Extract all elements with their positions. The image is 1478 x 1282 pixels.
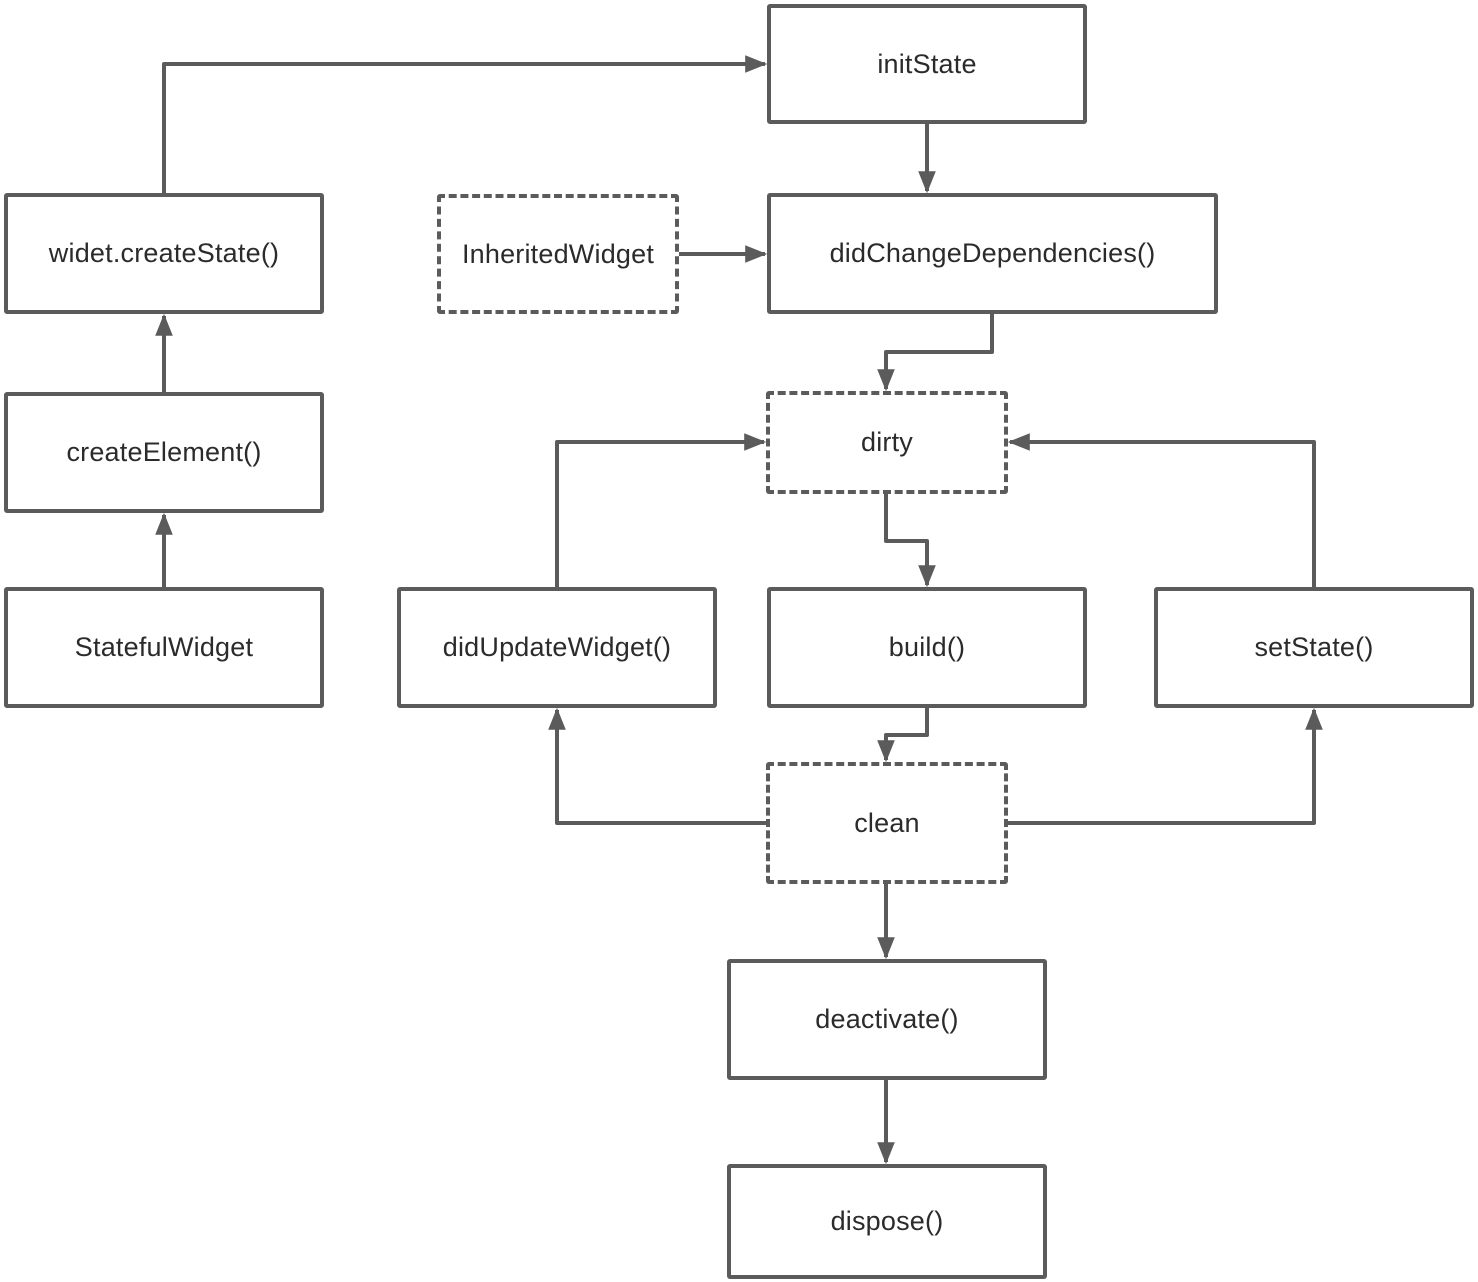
node-inherited-widget: InheritedWidget bbox=[437, 194, 679, 314]
edge-setState-to-dirty bbox=[1007, 433, 1316, 587]
lifecycle-diagram: initState widet.createState() InheritedW… bbox=[0, 0, 1478, 1282]
node-label: StatefulWidget bbox=[74, 632, 254, 662]
edge-clean-to-setState bbox=[1008, 707, 1323, 825]
node-stateful-widget: StatefulWidget bbox=[4, 587, 324, 708]
node-label: initState bbox=[877, 48, 977, 79]
node-create-element: createElement() bbox=[4, 392, 324, 513]
node-label: InheritedWidget bbox=[461, 238, 655, 269]
edge-createState-to-initState bbox=[162, 55, 768, 193]
node-set-state: setState() bbox=[1154, 587, 1474, 708]
node-label: widet.createState() bbox=[48, 238, 280, 268]
node-clean: clean bbox=[766, 762, 1008, 884]
node-label: createElement() bbox=[66, 437, 262, 467]
node-did-update-widget: didUpdateWidget() bbox=[397, 587, 717, 708]
edge-didUpdateWidget-to-dirty bbox=[555, 433, 767, 587]
edge-dirty-to-build bbox=[884, 494, 936, 588]
edge-clean-to-didUpdateWidget bbox=[548, 707, 766, 825]
node-label: setState() bbox=[1254, 632, 1374, 662]
node-label: dispose() bbox=[830, 1206, 944, 1236]
node-label: build() bbox=[888, 632, 966, 662]
node-label: deactivate() bbox=[815, 1004, 959, 1034]
node-label: clean bbox=[854, 807, 920, 838]
node-create-state: widet.createState() bbox=[4, 193, 324, 314]
node-build: build() bbox=[767, 587, 1087, 708]
node-label: didChangeDependencies() bbox=[829, 238, 1156, 268]
edge-didChangeDependencies-to-dirty bbox=[877, 314, 994, 392]
node-dirty: dirty bbox=[766, 391, 1008, 494]
node-label: didUpdateWidget() bbox=[442, 632, 672, 662]
node-init-state: initState bbox=[767, 4, 1087, 124]
edge-build-to-clean bbox=[877, 708, 929, 763]
node-dispose: dispose() bbox=[727, 1164, 1047, 1279]
node-deactivate: deactivate() bbox=[727, 959, 1047, 1080]
node-did-change-dependencies: didChangeDependencies() bbox=[767, 193, 1218, 314]
node-label: dirty bbox=[860, 427, 913, 457]
